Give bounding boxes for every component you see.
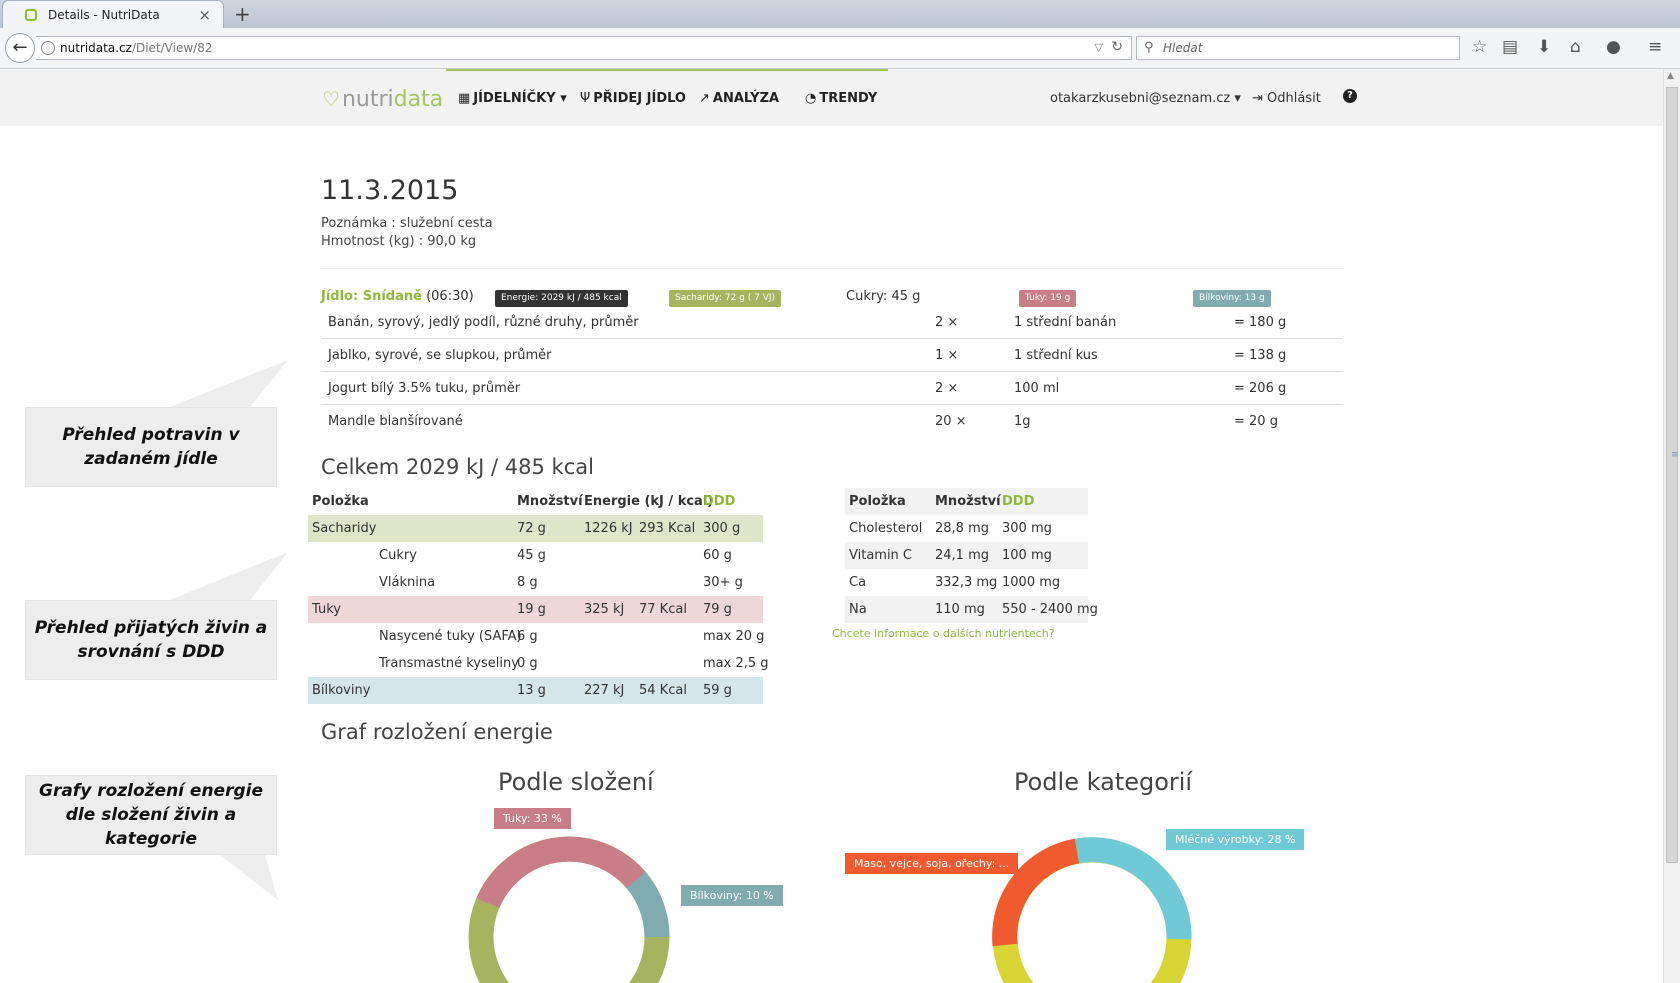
protein-pie-label: Bílkoviny: 10 % xyxy=(681,885,783,906)
meat-pie-label: Maso, vejce, soja, ořechy: ... xyxy=(845,853,1019,874)
scrollbar-thumb[interactable]: ≡ xyxy=(1666,87,1679,863)
callout-nutrient-overview: Přehled přijatých živin a srovnání s DDD xyxy=(25,600,277,680)
dairy-pie-label: Mléčné výrobky: 28 % xyxy=(1166,829,1305,850)
protein-slice[interactable] xyxy=(626,871,670,938)
callout-food-overview: Přehled potravin v zadaném jídle xyxy=(25,407,277,487)
scroll-up-icon[interactable]: ▲ xyxy=(1667,71,1674,81)
page-scrollbar[interactable]: ▲ ≡ xyxy=(1663,69,1680,983)
dairy-slice[interactable] xyxy=(1074,837,1192,940)
fat-slice[interactable] xyxy=(476,836,646,909)
fat-pie-label: Tuky: 33 % xyxy=(494,808,571,829)
callout-energy-graphs: Grafy rozložení energie dle složení živi… xyxy=(25,775,277,855)
